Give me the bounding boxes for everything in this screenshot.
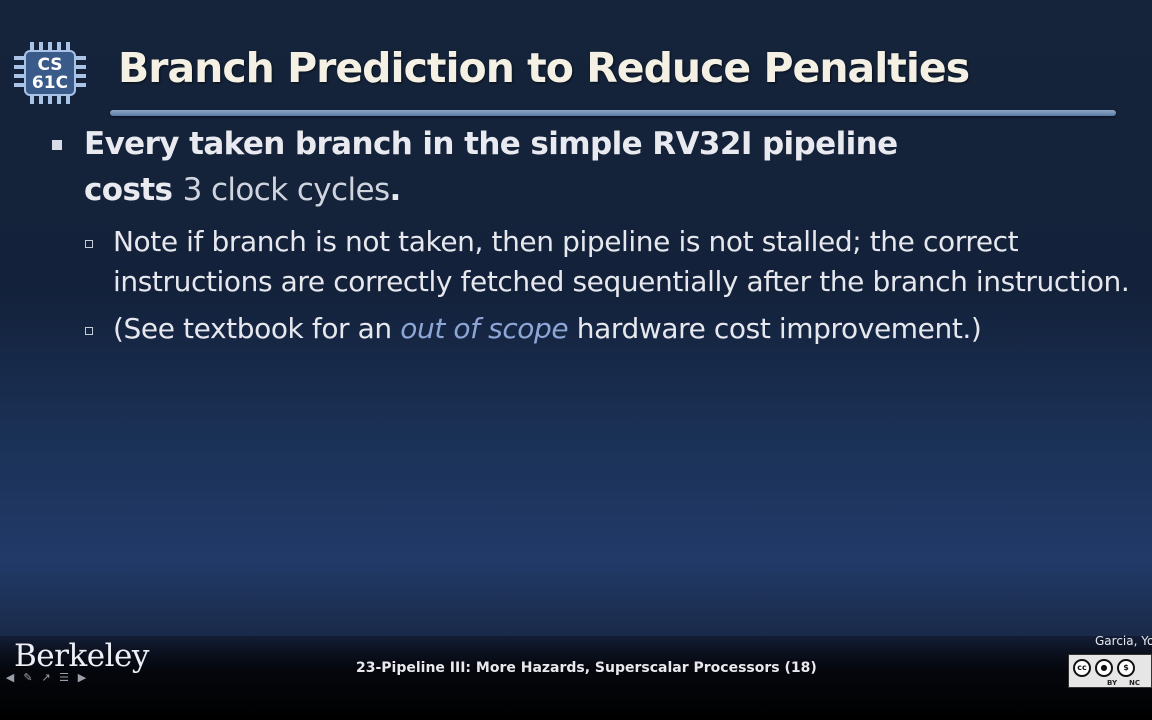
- edit-icon[interactable]: ✎: [20, 671, 36, 685]
- footer-band: [0, 636, 1152, 720]
- cc-by-label: BY: [1107, 679, 1118, 687]
- sub-bullet-square-icon: [85, 327, 93, 335]
- menu-icon[interactable]: ☰: [56, 671, 72, 685]
- chip-pins-top: [30, 42, 70, 50]
- out-of-scope-text: out of scope: [400, 312, 569, 345]
- main-bullet-line1: Every taken branch in the simple RV32I p…: [84, 126, 898, 162]
- chip-pins-right: [76, 56, 86, 90]
- sub-bullet-1-line1: Note if branch is not taken, then pipeli…: [113, 225, 1019, 258]
- lecture-footer: 23-Pipeline III: More Hazards, Superscal…: [356, 660, 817, 676]
- sub-bullet-square-icon: [85, 240, 93, 248]
- sub-bullet-2: (See textbook for an out of scope hardwa…: [113, 312, 982, 345]
- chip-label-line1: CS: [37, 55, 63, 75]
- cc-icon: cc: [1073, 659, 1091, 677]
- prev-icon[interactable]: ◀: [2, 671, 18, 685]
- slide-title: Branch Prediction to Reduce Penalties: [118, 44, 970, 92]
- slide-nav-controls: ◀ ✎ ↗ ☰ ▶: [2, 670, 90, 686]
- author-credit: Garcia, Yo: [1095, 634, 1152, 648]
- slide: CS 61C Branch Prediction to Reduce Penal…: [0, 0, 1152, 720]
- sub-bullet-2-suffix: hardware cost improvement.): [568, 312, 982, 345]
- chip-pins-bottom: [30, 96, 70, 104]
- chip-pins-left: [14, 56, 24, 90]
- next-icon[interactable]: ▶: [74, 671, 90, 685]
- sub-bullet-2-prefix: (See textbook for an: [113, 312, 401, 345]
- main-bullet-period: .: [389, 172, 402, 208]
- main-bullet-line2: costs 3 clock cycles.: [84, 172, 401, 208]
- bullet-square-icon: [52, 140, 62, 150]
- creative-commons-badge: cc ● $ BY NC: [1068, 654, 1152, 688]
- main-bullet-cycles: 3 clock cycles: [182, 172, 391, 208]
- cc-nc-label: NC: [1129, 679, 1140, 687]
- cs61c-chip-logo: CS 61C: [14, 42, 86, 104]
- berkeley-logo: Berkeley: [14, 638, 149, 674]
- by-person-icon: ●: [1095, 659, 1113, 677]
- pointer-icon[interactable]: ↗: [38, 671, 54, 685]
- sub-bullet-1-line2: instructions are correctly fetched seque…: [113, 265, 1130, 298]
- chip-body: CS 61C: [24, 50, 76, 96]
- noncommercial-icon: $: [1117, 659, 1135, 677]
- main-bullet-costs: costs: [84, 172, 183, 208]
- title-underline: [110, 110, 1116, 116]
- chip-label-line2: 61C: [31, 73, 69, 93]
- chip-label: CS 61C: [26, 56, 74, 92]
